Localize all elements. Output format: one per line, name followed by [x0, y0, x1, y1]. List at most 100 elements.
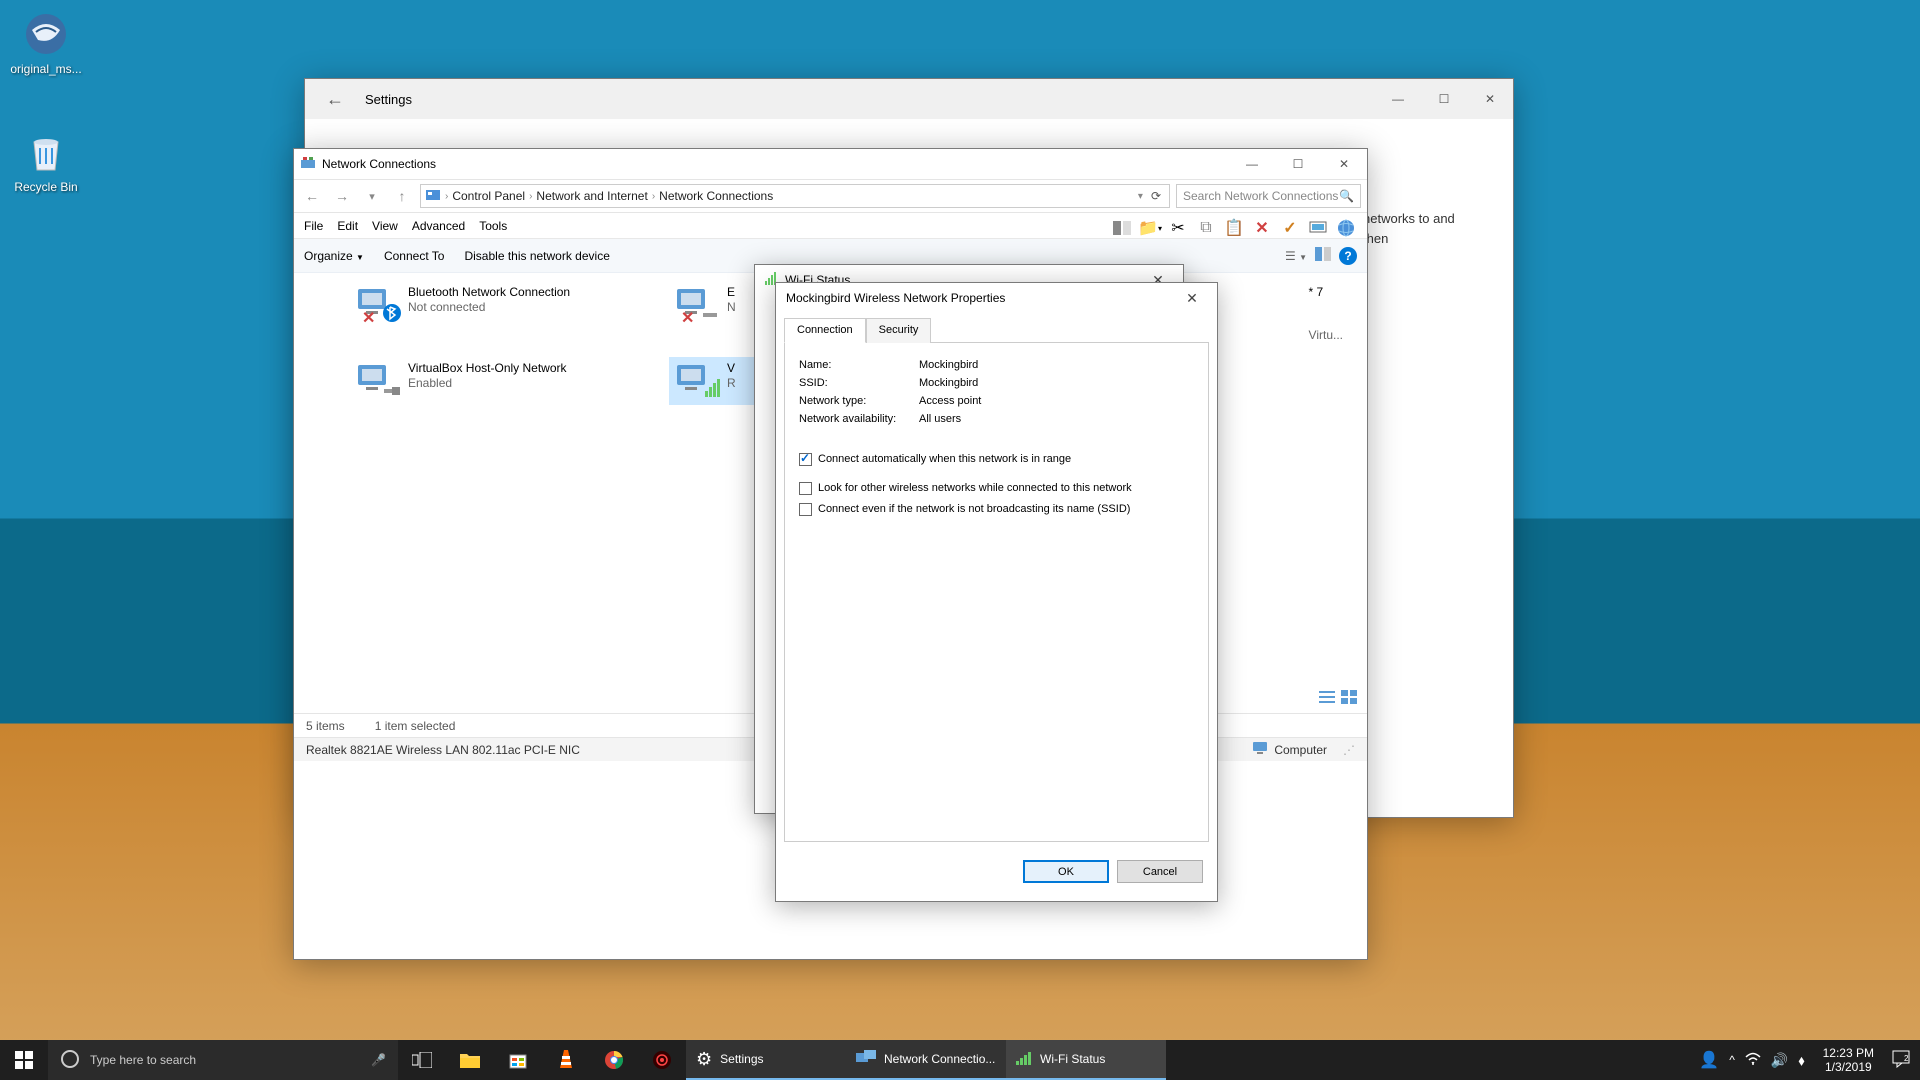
connection-bluetooth[interactable]: ✕ Bluetooth Network Connection Not conne… [350, 281, 590, 329]
chrome-icon[interactable] [590, 1040, 638, 1080]
maximize-button[interactable]: ☐ [1421, 84, 1467, 114]
taskbar-search[interactable]: Type here to search 🎤 [48, 1040, 398, 1080]
prop-ssid: SSID:Mockingbird [799, 377, 1194, 389]
cut-icon[interactable]: ✂ [1166, 216, 1190, 240]
taskbar-app-wifi-status[interactable]: Wi-Fi Status [1006, 1040, 1166, 1080]
tray-volume-icon[interactable]: 🔊 [1771, 1052, 1788, 1069]
resize-grip-icon[interactable]: ⋰ [1337, 743, 1355, 757]
svg-text:✕: ✕ [681, 310, 694, 325]
people-icon[interactable]: 👤 [1699, 1050, 1719, 1070]
monitor-icon[interactable] [1306, 216, 1330, 240]
mic-icon[interactable]: 🎤 [371, 1053, 386, 1067]
taskbar-app-network-connections[interactable]: Network Connectio... [846, 1040, 1006, 1080]
tab-connection[interactable]: Connection [784, 318, 866, 343]
wifi-icon [1016, 1051, 1032, 1068]
checkbox-icon [799, 482, 812, 495]
thunderbird-icon [22, 10, 70, 58]
connection-status: N [727, 300, 736, 315]
connection-name: V [727, 361, 736, 376]
folder-icon[interactable]: 📁▾ [1138, 216, 1162, 240]
check-auto-connect[interactable]: Connect automatically when this network … [799, 453, 1194, 466]
address-path[interactable]: › Control Panel › Network and Internet ›… [420, 184, 1170, 208]
menu-file[interactable]: File [304, 219, 323, 233]
cortana-icon [60, 1049, 80, 1072]
maximize-button[interactable]: ☐ [1275, 149, 1321, 179]
paste-icon[interactable]: 📋 [1222, 216, 1246, 240]
desktop-recycle-bin[interactable]: Recycle Bin [6, 128, 86, 194]
file-explorer-icon[interactable] [446, 1040, 494, 1080]
menu-view[interactable]: View [372, 219, 398, 233]
taskbar-app-settings[interactable]: ⚙ Settings [686, 1040, 846, 1080]
nc-icon [294, 155, 322, 174]
vlc-icon[interactable] [542, 1040, 590, 1080]
menu-tools[interactable]: Tools [479, 219, 507, 233]
delete-icon[interactable]: ✕ [1250, 216, 1274, 240]
tray-dropbox-icon[interactable]: ⬧ [1798, 1052, 1804, 1069]
net-icon [354, 361, 402, 401]
preview-icon[interactable] [1315, 247, 1331, 264]
refresh-icon[interactable]: ⟳ [1147, 189, 1165, 203]
cancel-button[interactable]: Cancel [1117, 860, 1203, 883]
partial-item-right: * 7 Virtu... [1309, 285, 1343, 343]
store-icon[interactable] [494, 1040, 542, 1080]
back-arrow-icon[interactable]: ← [305, 89, 365, 110]
props-titlebar[interactable]: Mockingbird Wireless Network Properties … [776, 283, 1217, 313]
tray-chevron-icon[interactable]: ^ [1729, 1053, 1735, 1067]
split-icon[interactable] [1110, 216, 1134, 240]
connection-vbox[interactable]: VirtualBox Host-Only Network Enabled [350, 357, 590, 405]
tab-strip: Connection Security [776, 313, 1217, 342]
check-icon[interactable]: ✓ [1278, 216, 1302, 240]
taskbar-clock[interactable]: 12:23 PM 1/3/2019 [1815, 1046, 1882, 1074]
connection-status: R [727, 376, 736, 391]
nav-back-button[interactable]: ← [300, 184, 324, 208]
disable-device-button[interactable]: Disable this network device [464, 249, 609, 263]
clock-time: 12:23 PM [1823, 1046, 1874, 1060]
action-center-icon[interactable]: 2 [1892, 1050, 1910, 1071]
search-input[interactable]: Search Network Connections 🔍 [1176, 184, 1361, 208]
close-button[interactable]: ✕ [1321, 149, 1367, 179]
ok-button[interactable]: OK [1023, 860, 1109, 883]
breadcrumb[interactable]: Network Connections [659, 189, 773, 203]
wifi-net-icon [673, 361, 721, 401]
details-text: Realtek 8821AE Wireless LAN 802.11ac PCI… [306, 743, 580, 757]
nav-up-button[interactable]: ↑ [390, 184, 414, 208]
connect-to-button[interactable]: Connect To [384, 249, 445, 263]
settings-titlebar[interactable]: ← Settings — ☐ ✕ [305, 79, 1513, 119]
nav-forward-button[interactable]: → [330, 184, 354, 208]
close-button[interactable]: ✕ [1177, 290, 1207, 307]
desktop-thunderbird-icon[interactable]: original_ms... [6, 10, 86, 76]
minimize-button[interactable]: — [1375, 84, 1421, 114]
menu-advanced[interactable]: Advanced [412, 219, 465, 233]
check-look-other-networks[interactable]: Look for other wireless networks while c… [799, 482, 1194, 495]
net-disabled-icon: ✕ [673, 285, 721, 325]
status-items: 5 items [306, 719, 345, 733]
copy-icon[interactable]: ⧉ [1194, 216, 1218, 240]
breadcrumb[interactable]: Network and Internet [536, 189, 647, 203]
app-icon[interactable] [638, 1040, 686, 1080]
help-icon[interactable]: ? [1339, 247, 1357, 265]
minimize-button[interactable]: — [1229, 149, 1275, 179]
view-details-icon[interactable] [1319, 690, 1335, 709]
tab-security[interactable]: Security [866, 318, 932, 343]
check-label: Look for other wireless networks while c… [818, 482, 1132, 494]
check-connect-hidden[interactable]: Connect even if the network is not broad… [799, 503, 1194, 516]
nav-recent-button[interactable]: ▾ [360, 184, 384, 208]
search-placeholder: Search Network Connections [1183, 189, 1338, 203]
globe-icon[interactable] [1334, 216, 1358, 240]
close-button[interactable]: ✕ [1467, 84, 1513, 114]
view-tiles-icon[interactable] [1341, 690, 1357, 709]
menu-edit[interactable]: Edit [337, 219, 358, 233]
svg-text:2: 2 [1904, 1054, 1909, 1063]
svg-text:✕: ✕ [362, 310, 375, 325]
tray-wifi-icon[interactable] [1745, 1052, 1761, 1069]
view-icon[interactable]: ☰ ▼ [1285, 249, 1307, 263]
connection-name: E [727, 285, 736, 300]
checkbox-icon [799, 453, 812, 466]
task-view-icon[interactable] [398, 1040, 446, 1080]
breadcrumb[interactable]: Control Panel [452, 189, 525, 203]
props-title: Mockingbird Wireless Network Properties [786, 291, 1005, 305]
start-button[interactable] [0, 1040, 48, 1080]
prop-network-availability: Network availability:All users [799, 413, 1194, 425]
nc-titlebar[interactable]: Network Connections — ☐ ✕ [294, 149, 1367, 179]
organize-button[interactable]: Organize ▼ [304, 249, 364, 263]
